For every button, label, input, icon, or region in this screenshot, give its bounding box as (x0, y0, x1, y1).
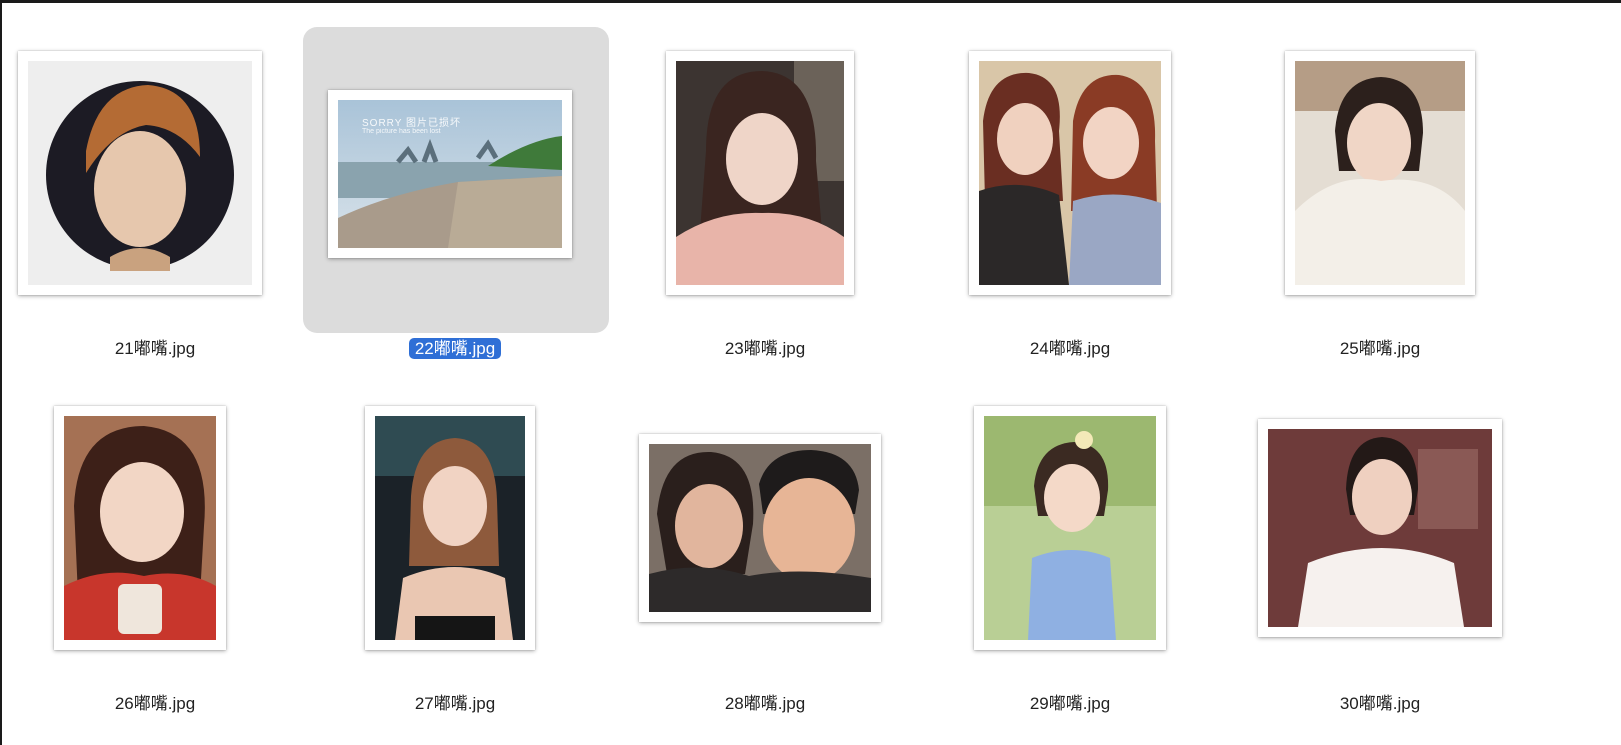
file-item-26[interactable]: 26嘟嘴.jpg (0, 382, 310, 715)
window-top-border (0, 0, 1621, 3)
file-name-label[interactable]: 30嘟嘴.jpg (1225, 693, 1535, 715)
thumbnail[interactable] (365, 406, 535, 650)
thumbnail[interactable] (666, 51, 854, 295)
file-item-24[interactable]: 24嘟嘴.jpg (915, 27, 1225, 360)
file-name-label[interactable]: 22嘟嘴.jpg (300, 338, 610, 360)
file-item-22[interactable]: SORRY 图片已损坏 The picture has been lost 22… (300, 27, 610, 360)
file-name-label[interactable]: 23嘟嘴.jpg (610, 338, 920, 360)
thumbnail[interactable] (1258, 419, 1502, 637)
thumbnail[interactable] (639, 434, 881, 622)
file-name-label[interactable]: 27嘟嘴.jpg (300, 693, 610, 715)
photo-portrait (375, 416, 525, 640)
file-name-label[interactable]: 28嘟嘴.jpg (610, 693, 920, 715)
thumbnail[interactable] (969, 51, 1171, 295)
file-item-30[interactable]: 30嘟嘴.jpg (1225, 382, 1535, 715)
photo-portrait (64, 416, 216, 640)
thumbnail[interactable] (54, 406, 226, 650)
file-name-label[interactable]: 21嘟嘴.jpg (0, 338, 310, 360)
file-item-23[interactable]: 23嘟嘴.jpg (610, 27, 920, 360)
photo-portrait (28, 61, 252, 285)
photo-portrait (676, 61, 844, 285)
photo-portrait (979, 61, 1161, 285)
photo-portrait (1295, 61, 1465, 285)
thumbnail[interactable] (18, 51, 262, 295)
thumbnail[interactable] (1285, 51, 1475, 295)
file-item-28[interactable]: 28嘟嘴.jpg (610, 382, 920, 715)
file-item-21[interactable]: 21嘟嘴.jpg (0, 27, 310, 360)
file-name-label[interactable]: 26嘟嘴.jpg (0, 693, 310, 715)
photo-portrait (984, 416, 1156, 640)
file-name-label[interactable]: 25嘟嘴.jpg (1225, 338, 1535, 360)
file-name-label[interactable]: 24嘟嘴.jpg (915, 338, 1225, 360)
thumbnail[interactable]: SORRY 图片已损坏 The picture has been lost (328, 90, 572, 258)
file-item-29[interactable]: 29嘟嘴.jpg (915, 382, 1225, 715)
broken-image-subtext: The picture has been lost (362, 128, 441, 135)
photo-portrait (649, 444, 871, 612)
file-name-label[interactable]: 29嘟嘴.jpg (915, 693, 1225, 715)
thumbnail[interactable] (974, 406, 1166, 650)
file-item-27[interactable]: 27嘟嘴.jpg (300, 382, 610, 715)
broken-image-text: SORRY 图片已损坏 (362, 118, 461, 129)
photo-portrait (1268, 429, 1492, 627)
file-item-25[interactable]: 25嘟嘴.jpg (1225, 27, 1535, 360)
